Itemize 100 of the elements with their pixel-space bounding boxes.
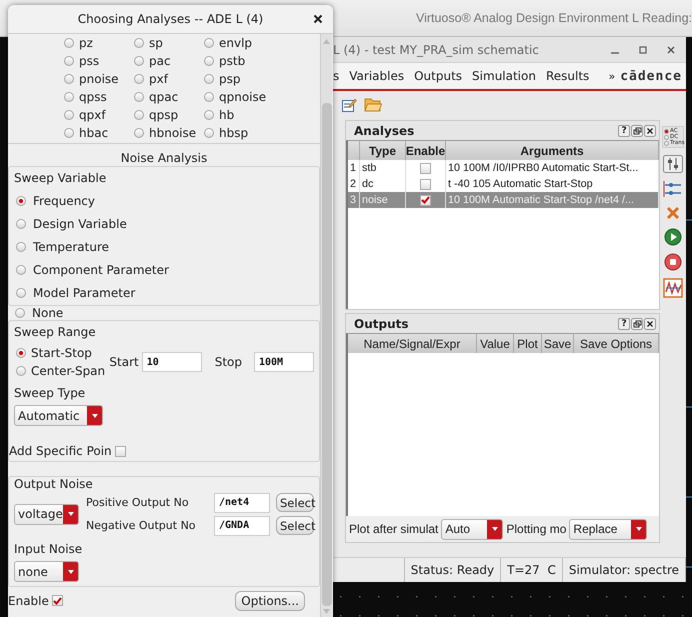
menu-item[interactable]: Variables: [344, 69, 410, 83]
radio-button[interactable]: [16, 264, 26, 274]
menu-item[interactable]: Outputs: [409, 69, 468, 83]
row-number: 3: [348, 192, 360, 208]
plot-after-dropdown[interactable]: Auto: [441, 518, 504, 540]
radio-button[interactable]: [64, 56, 74, 66]
help-button[interactable]: ?: [618, 318, 630, 330]
logo: cādence: [620, 68, 682, 84]
option-label: pxf: [149, 72, 168, 86]
checkbox[interactable]: [420, 194, 431, 206]
field-label: Stop: [214, 355, 242, 369]
option-label: None: [32, 306, 64, 320]
close-icon[interactable]: [313, 14, 323, 24]
folder-icon[interactable]: [364, 97, 382, 112]
status-text: Simulator: spectre: [562, 558, 686, 582]
options-button[interactable]: Options...: [235, 590, 305, 610]
checkbox[interactable]: [52, 595, 63, 606]
radio-button[interactable]: [134, 74, 144, 84]
plotting-mode-dropdown[interactable]: Replace: [569, 518, 648, 540]
menu-item[interactable]: Simulation: [467, 69, 541, 83]
option-label: sp: [149, 36, 163, 50]
close-icon[interactable]: [644, 318, 656, 330]
menu-overflow[interactable]: »: [608, 70, 620, 82]
run-icon[interactable]: [664, 228, 682, 246]
radio-button[interactable]: [134, 128, 144, 138]
option-label: qpss: [79, 90, 107, 104]
radio-button[interactable]: [134, 38, 144, 48]
radio-button[interactable]: [664, 140, 670, 146]
float-icon[interactable]: [631, 318, 644, 330]
stop-field[interactable]: 100M: [254, 352, 314, 372]
radio-button[interactable]: [64, 128, 74, 138]
option-label: hbac: [79, 126, 108, 140]
radio-button[interactable]: [204, 74, 214, 84]
waveform-icon[interactable]: [663, 278, 684, 298]
radio-button[interactable]: [64, 38, 74, 48]
radio-button[interactable]: [64, 92, 74, 102]
positive-node-field[interactable]: /net4: [214, 492, 270, 512]
column-header: Enable: [406, 141, 446, 160]
radio-button[interactable]: [134, 92, 144, 102]
radio-button[interactable]: [134, 56, 144, 66]
group-label: Input Noise: [14, 542, 82, 556]
radio-button[interactable]: [64, 110, 74, 120]
table-cell: 10 100M Automatic Start-Stop /net4 /...: [446, 192, 660, 208]
radio-button[interactable]: [134, 110, 144, 120]
radio-button[interactable]: [64, 74, 74, 84]
select-button[interactable]: Select: [276, 516, 314, 535]
radio-button[interactable]: [16, 196, 26, 206]
negative-node-field[interactable]: /GNDA: [214, 516, 270, 536]
radio-button[interactable]: [16, 288, 26, 298]
help-button[interactable]: ?: [618, 124, 630, 136]
sliders-icon[interactable]: [663, 155, 684, 173]
float-icon[interactable]: [631, 124, 644, 136]
option-label: Component Parameter: [33, 262, 169, 276]
radio-button[interactable]: [664, 134, 670, 140]
edit-icon[interactable]: [341, 96, 357, 112]
dialog-title: Choosing Analyses -- ADE L (4): [78, 12, 264, 26]
select-button[interactable]: Select: [276, 493, 314, 512]
table-row[interactable]: 1 stb 10 100M /I0/IPRB0 Automatic Start-St...: [348, 160, 660, 176]
radio-button[interactable]: [16, 366, 26, 376]
column-header: Name/Signal/Expr: [348, 334, 477, 353]
radio-button[interactable]: [16, 348, 26, 358]
arrow-down-icon[interactable]: [322, 608, 331, 615]
option-label: pss: [79, 54, 100, 68]
radio-button[interactable]: [16, 242, 26, 252]
radio-button[interactable]: [15, 308, 25, 318]
status-text: T=27 C: [501, 558, 563, 582]
column-header: Type: [360, 141, 406, 160]
input-noise-dropdown[interactable]: none: [14, 561, 79, 582]
radio-button[interactable]: [204, 128, 214, 138]
option-label: Model Parameter: [33, 286, 136, 300]
radio-button[interactable]: [204, 92, 214, 102]
group-label: Sweep Variable: [14, 171, 106, 185]
scroll-thumb[interactable]: [322, 103, 332, 606]
connector-icon[interactable]: [663, 180, 684, 198]
output-noise-dropdown[interactable]: voltage: [14, 504, 79, 524]
menu-item[interactable]: Results: [540, 69, 594, 83]
option-label: Temperature: [33, 240, 110, 254]
column-header: Arguments: [446, 141, 660, 160]
menu-item[interactable]: s: [333, 69, 344, 83]
arrow-up-icon[interactable]: [322, 38, 331, 45]
checkbox[interactable]: [420, 178, 431, 190]
field-label: Negative Output No: [86, 519, 197, 532]
radio-button[interactable]: [204, 38, 214, 48]
field-label: Start: [109, 355, 139, 369]
option-label: hbsp: [219, 126, 248, 140]
radio-button[interactable]: [664, 128, 670, 134]
radio-button[interactable]: [204, 56, 214, 66]
start-field[interactable]: 10: [142, 352, 202, 372]
sweep-type-dropdown[interactable]: Automatic: [14, 405, 103, 426]
option-label: pac: [149, 54, 171, 68]
checkbox[interactable]: [420, 162, 431, 174]
radio-button[interactable]: [16, 218, 26, 228]
stop-icon[interactable]: [664, 253, 682, 271]
close-icon[interactable]: [644, 124, 656, 136]
panel-title: Analyses: [354, 124, 416, 138]
delete-icon[interactable]: [665, 205, 682, 221]
radio-button[interactable]: [204, 110, 214, 120]
checkbox[interactable]: [114, 446, 126, 456]
maximize-icon[interactable]: [638, 44, 648, 54]
field-label: Positive Output No: [86, 496, 190, 509]
